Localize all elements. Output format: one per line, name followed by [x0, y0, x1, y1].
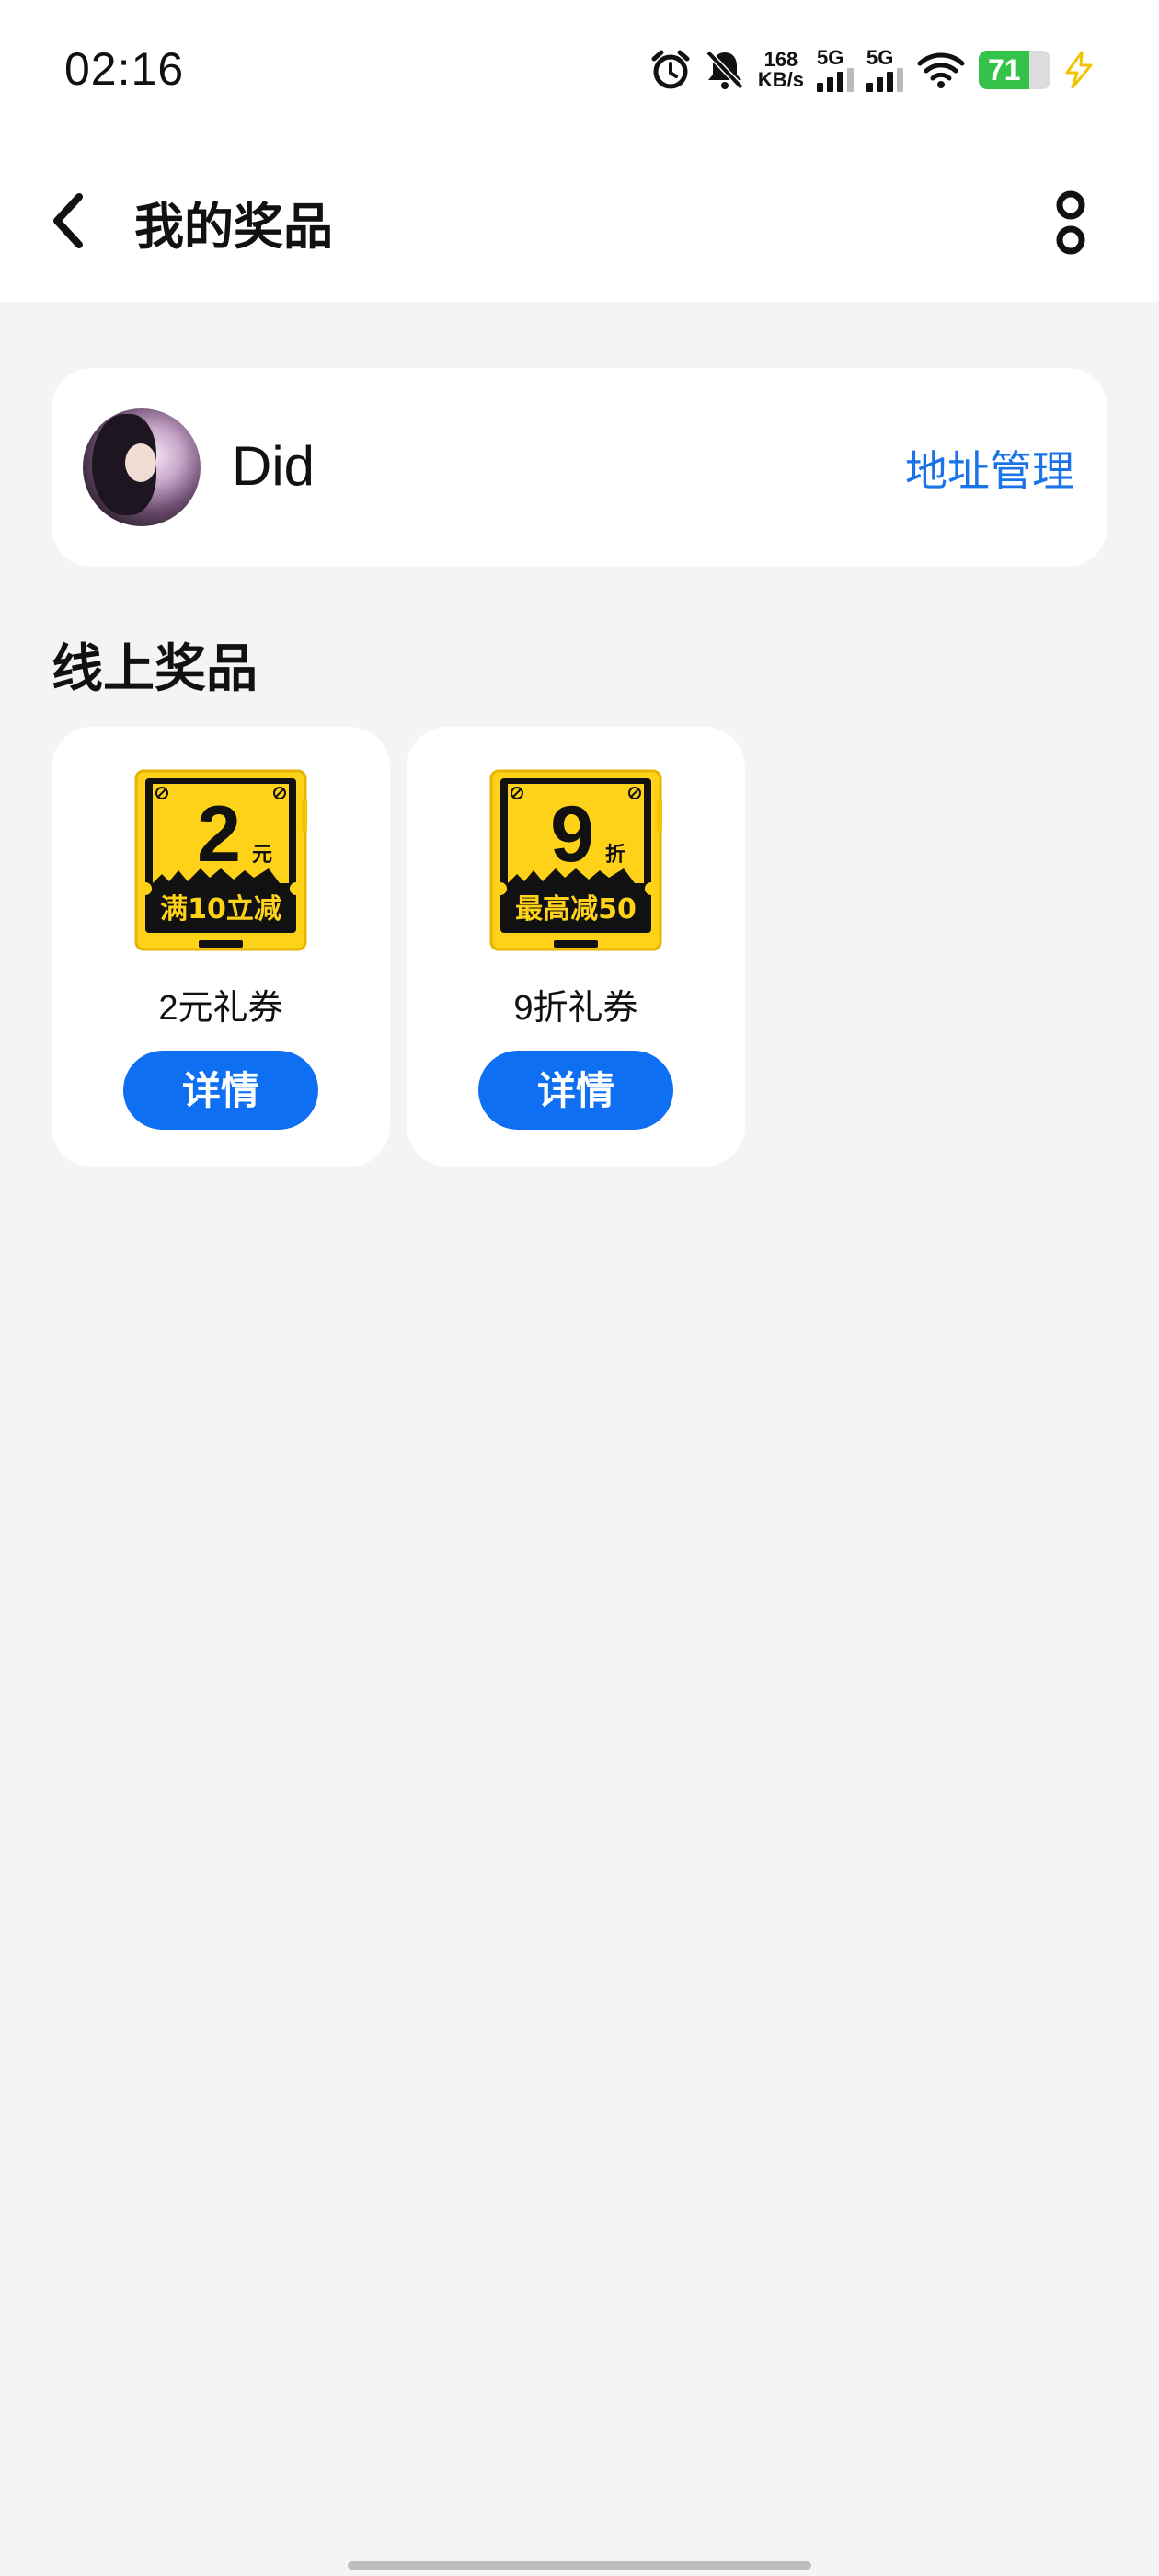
- chevron-left-icon: [53, 193, 83, 248]
- status-bar: 02:16 168 KB/s 5G 5G 71: [0, 0, 1159, 147]
- app-header: 我的奖品: [0, 147, 1159, 302]
- coupon-caption-text: 最高减50: [515, 893, 637, 926]
- sim2-label: 5G: [866, 46, 894, 69]
- details-button[interactable]: 详情: [123, 1051, 318, 1130]
- avatar[interactable]: [83, 408, 201, 526]
- coupon-icon: 2 元 满10立减: [134, 769, 307, 951]
- signal-bars-icon: [817, 68, 854, 92]
- page-title: 我的奖品: [134, 200, 333, 255]
- net-speed-unit: KB/s: [757, 68, 804, 91]
- coupon-big-text: 9: [550, 790, 594, 879]
- network-speed: 168 KB/s: [758, 50, 804, 90]
- sim2-signal: 5G: [866, 48, 903, 92]
- prize-name: 9折礼券: [513, 989, 638, 1028]
- back-button[interactable]: [46, 184, 92, 258]
- charging-icon: [1063, 51, 1095, 89]
- coupon-big-text: 2: [197, 790, 241, 879]
- sim1-label: 5G: [817, 46, 844, 69]
- battery-indicator: 71: [979, 51, 1050, 89]
- status-time: 02:16: [64, 43, 185, 95]
- username: Did: [232, 435, 316, 497]
- profile-card: Did 地址管理: [52, 368, 1107, 567]
- signal-bars-icon: [866, 68, 903, 92]
- coupon-caption-text: 满10立减: [160, 893, 281, 926]
- wifi-icon: [916, 51, 966, 89]
- home-indicator[interactable]: [348, 2561, 811, 2570]
- prize-name: 2元礼券: [158, 989, 283, 1028]
- address-management-link[interactable]: 地址管理: [905, 438, 1074, 499]
- mute-bell-icon: [705, 49, 745, 91]
- net-speed-value: 168: [763, 48, 798, 71]
- coupon-unit-text: 折: [605, 844, 625, 867]
- battery-percent: 71: [988, 53, 1021, 86]
- coupon-unit-text: 元: [252, 844, 272, 867]
- online-prizes-heading: 线上奖品: [52, 639, 258, 697]
- status-icons: 168 KB/s 5G 5G 71: [649, 44, 1095, 96]
- prize-card: 2 元 满10立减 2元礼券 详情: [52, 727, 390, 1167]
- details-button[interactable]: 详情: [478, 1051, 673, 1130]
- sim1-signal: 5G: [817, 48, 854, 92]
- alarm-icon: [649, 49, 692, 91]
- coupon-icon: 9 折 最高减50: [489, 769, 662, 951]
- prize-card: 9 折 最高减50 9折礼券 详情: [407, 727, 745, 1167]
- more-button[interactable]: [1054, 177, 1087, 269]
- more-vertical-icon: [1056, 190, 1085, 255]
